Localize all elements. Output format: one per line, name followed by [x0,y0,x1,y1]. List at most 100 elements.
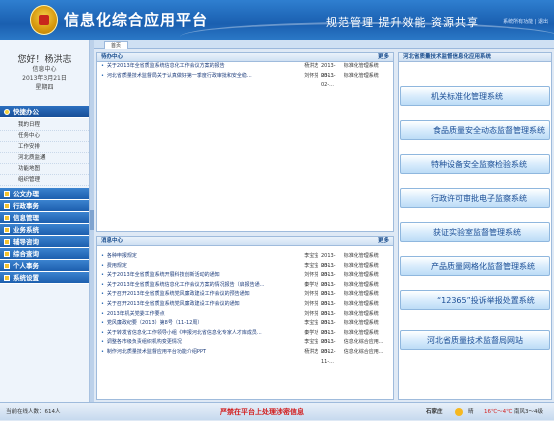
list-item[interactable]: • 关于2013年全省质监系统信息化工作会议方案的情况报告（启报告通... 秦学功 2… [97,281,393,298]
item-title[interactable]: 关于召开2013年全省质监系统党风廉政建设工作会议的预告通知 [107,290,304,300]
item-person: 刘怀芬 [304,72,318,79]
submenu-item-schedule[interactable]: 我的日程 [0,120,89,131]
submenu-item-work-plan[interactable]: 工作安排 [0,142,89,153]
folder-icon [4,238,10,245]
user-org: 信息中心 [32,66,57,73]
list-item[interactable]: • 关于召开2013年全省质监系统党风廉政建设工作会议的预告通知 刘怀芬 2013-0… [97,290,393,307]
menu-consulting[interactable]: 辅导咨询 [0,236,89,248]
quick-office-submenu: 我的日程 任务中心 工作安排 河北质监通 功能地图 组织管理 [0,118,89,188]
header-links[interactable]: 系统所有功能 | 退出 [503,18,548,25]
system-link-button[interactable]: 产品质量网格化监督管理系统 [400,256,550,276]
list-item[interactable]: • 党风廉政纪要（2013）第8号（11-12周） 李宝宝 2013-03-... 标准… [97,319,393,336]
item-title[interactable]: 关于2013年全省质监系统信息化工作会议方案的情况报告（启报告通... [107,281,304,291]
item-person: 杨洪志 [304,348,318,355]
menu-info-management-label: 信息管理 [13,213,39,222]
todo-list: • 关于2013年全省质监系统信息化工作会议方案的报告 杨洪志 2013-03-...… [97,62,393,89]
folder-icon [4,226,10,233]
systems-title: 河北省质量技术监督信息化应用系统 [403,54,492,60]
system-link-button[interactable]: 食品质量安全动态监督管理系统 [400,120,550,140]
item-title[interactable]: 2013年机关党委工作要点 [107,310,304,320]
menu-settings-label: 系统设置 [13,273,39,282]
weather-temperature: 16℃～4℃ [484,409,513,415]
weather-city: 石家庄 [426,409,443,415]
item-title[interactable]: 调整各市级负责组织机构变更情况 [107,338,304,348]
collapse-handle[interactable] [90,210,94,230]
sidebar: 您好！杨洪志 信息中心 2013年3月21日 星期四 快捷办公 我的日程 任务中… [0,40,90,402]
message-panel-header: 消息中心 更多 [97,237,393,246]
item-system: 标准化管理系统 [343,72,379,79]
item-title[interactable]: 关于转发省信息化工作领导小组《申报河北省信息化专家人才库成员... [107,329,304,339]
system-link-button[interactable]: 获证实验室监督管理系统 [400,222,550,242]
item-title[interactable]: 制作河北质量技术监督应用平台功能介绍PPT [107,348,304,358]
item-title[interactable]: 各种申报规定 [107,252,304,262]
folder-icon [4,202,10,209]
user-info: 您好！杨洪志 信息中心 2013年3月21日 星期四 [0,40,89,92]
item-person: 李宝宝 [304,339,318,346]
item-date: 2013-03-... [321,253,336,269]
submenu-item-org-management[interactable]: 组织管理 [0,175,89,186]
item-title[interactable]: 关于2013年全省质监系统信息化工作会议方案的报告 [107,62,304,72]
list-item[interactable]: • 2013年机关党委工作要点 刘怀芬 2013-03-... 标准化管理系统 [97,310,393,327]
system-link-button[interactable]: 河北省质量技术监督局网站 [400,330,550,350]
item-system: 信息化综合应用... [343,348,384,355]
item-date: 2013-03-... [321,63,336,79]
menu-quick-office-label: 快捷办公 [13,107,39,116]
item-title[interactable]: 关于2013年全省质监系统开展科技创新活动的通知 [107,271,304,281]
list-item[interactable]: • 调整各市级负责组织机构变更情况 李宝宝 2013-03-... 信息化综合应用... [97,338,393,355]
list-item[interactable]: • 河北省质量技术监督局关于认真做好第一季度行政审批和安全稳... 刘怀芬 2013-… [97,72,393,89]
item-system: 信息化综合应用... [343,339,384,346]
item-person: 刘怀芬 [304,300,318,307]
item-person: 李宝宝 [304,262,318,269]
item-person: 刘怀芬 [304,310,318,317]
menu-query-label: 综合查询 [13,249,39,258]
system-link-button[interactable]: “12365”投诉举报处置系统 [400,290,550,310]
submenu-item-function-map[interactable]: 功能地图 [0,164,89,175]
systems-panel-header: 河北省质量技术监督信息化应用系统 [399,53,551,62]
menu-quick-office[interactable]: 快捷办公 [0,106,89,118]
item-title[interactable]: 关于召开2013年全省质监系统党风廉政建设工作会议的通知 [107,300,304,310]
list-item[interactable]: • 各种申报规定 李宝宝 2013-03-... 标准化管理系统 [97,252,393,269]
status-bar: 当前在线人数：614人 严禁在平台上处理涉密信息 石家庄 晴 16℃～4℃ 南风… [0,402,554,420]
folder-icon [4,214,10,221]
item-date: 2012-11-... [321,348,336,365]
list-item[interactable]: • 关于召开2013年全省质监系统党风廉政建设工作会议的通知 刘怀芬 2013-03-… [97,300,393,317]
list-item[interactable]: • 关于2013年全省质监系统开展科技创新活动的通知 刘怀芬 2013-03-... 标… [97,271,393,288]
message-more-link[interactable]: 更多 [378,237,389,245]
menu-admin-affairs-label: 行政事务 [13,201,39,210]
item-person: 刘怀芬 [304,291,318,298]
submenu-item-tasks[interactable]: 任务中心 [0,131,89,142]
item-title[interactable]: 河北省质量技术监督局关于认真做好第一季度行政审批和安全稳... [107,72,304,82]
item-date: 2013-03-... [321,262,336,279]
todo-more-link[interactable]: 更多 [378,53,389,61]
item-date: 2013-03-... [321,339,336,355]
list-item[interactable]: • 关于转发省信息化工作领导小组《申报河北省信息化专家人才库成员... 秦学功 201… [97,329,393,346]
system-link-button[interactable]: 行政许可审批电子监察系统 [400,188,550,208]
emblem-icon [30,5,58,35]
system-link-button[interactable]: 机关标准化管理系统 [400,86,550,106]
list-item[interactable]: • 制作河北质量技术监督应用平台功能介绍PPT 杨洪志 2012-11-... 信息化综… [97,348,393,365]
menu-document[interactable]: 公文办理 [0,188,89,200]
folder-icon [4,190,10,197]
menu-personal[interactable]: 个人事务 [0,260,89,272]
folder-icon [4,274,10,281]
folder-icon [4,250,10,257]
item-person: 李宝宝 [304,320,318,327]
item-person: 秦学功 [304,281,318,288]
sidebar-splitter[interactable] [90,40,94,402]
menu-admin-affairs[interactable]: 行政事务 [0,200,89,212]
submenu-item-hebei-zhijian[interactable]: 河北质监通 [0,153,89,164]
item-system: 标准化管理系统 [343,320,379,327]
menu-info-management[interactable]: 信息管理 [0,212,89,224]
item-system: 标准化管理系统 [343,63,379,69]
item-date: 2013-03-... [321,291,336,307]
tab-home[interactable]: 首页 [104,41,129,49]
message-list: • 各种申报规定 李宝宝 2013-03-... 标准化管理系统 • 费用规定 李宝宝 2013… [97,246,393,365]
item-title[interactable]: 费用规定 [107,262,304,272]
menu-business-systems[interactable]: 业务系统 [0,224,89,236]
item-title[interactable]: 党风廉政纪要（2013）第8号（11-12周） [107,319,304,329]
list-item[interactable]: • 费用规定 李宝宝 2013-03-... 标准化管理系统 [97,262,393,279]
menu-query[interactable]: 综合查询 [0,248,89,260]
menu-settings[interactable]: 系统设置 [0,272,89,284]
list-item[interactable]: • 关于2013年全省质监系统信息化工作会议方案的报告 杨洪志 2013-03-...… [97,62,393,79]
system-link-button[interactable]: 特种设备安全监察检验系统 [400,154,550,174]
